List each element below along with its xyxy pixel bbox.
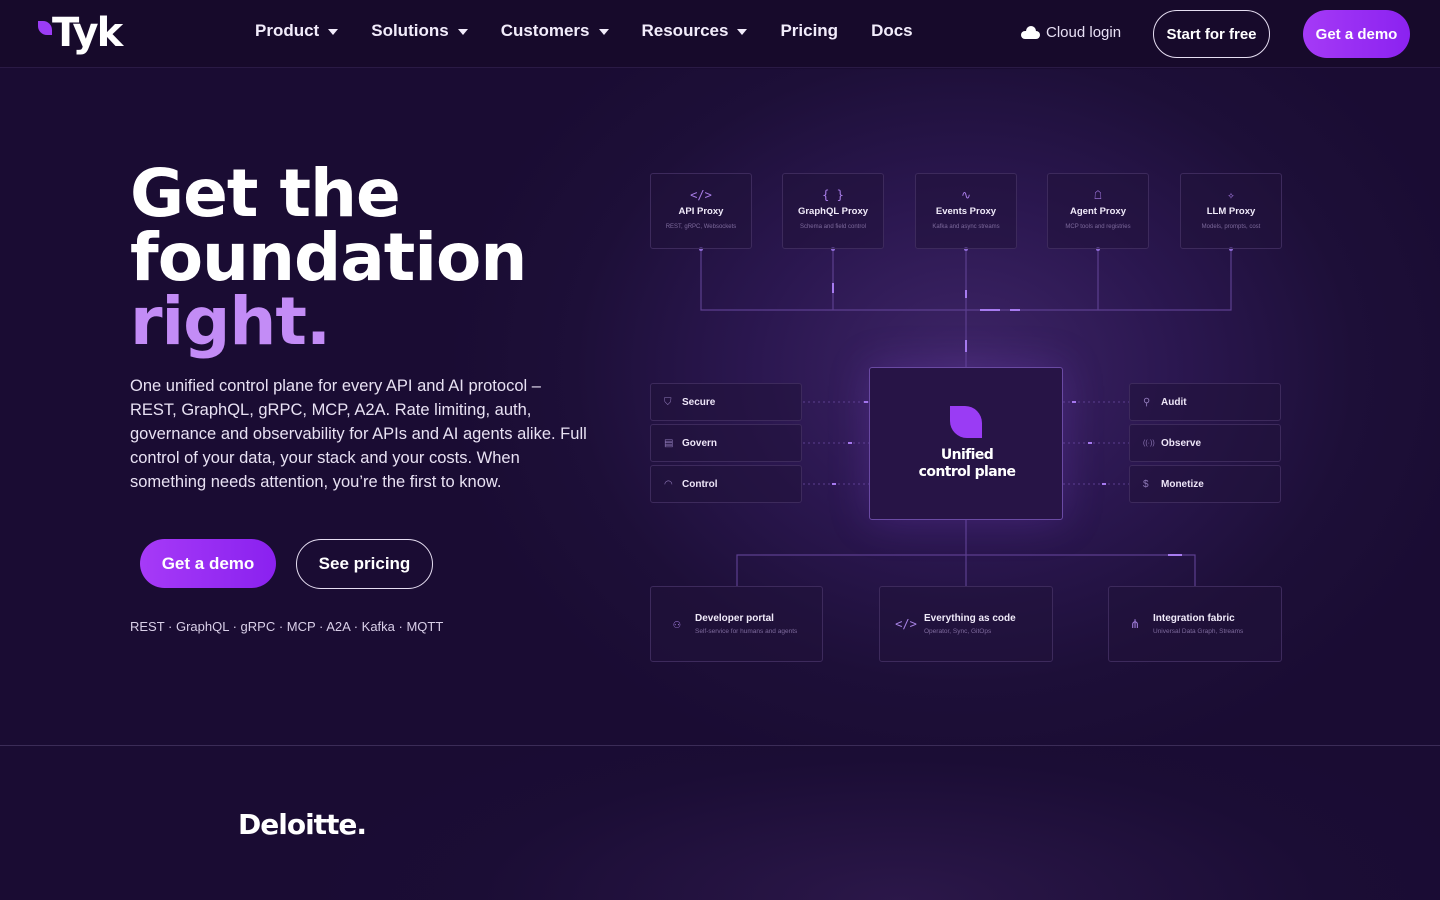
- leaf-icon: [38, 21, 52, 35]
- share-icon: ⋔: [1129, 617, 1141, 631]
- developer-portal-card[interactable]: ⚇ Developer portal Self-service for huma…: [650, 586, 823, 662]
- headline-line-2: foundation: [130, 219, 527, 296]
- proxy-title: LLM Proxy: [1206, 206, 1256, 217]
- events-proxy-card[interactable]: ∿ Events Proxy Kafka and async streams: [915, 173, 1017, 249]
- proxy-title: Agent Proxy: [1070, 206, 1126, 217]
- shield-icon: ⛉: [664, 396, 672, 408]
- nav-item-label: Pricing: [780, 21, 839, 40]
- proxy-subtitle: MCP tools and registries: [1065, 224, 1131, 230]
- leaf-icon: [950, 406, 982, 438]
- start-free-button[interactable]: Start for free: [1153, 10, 1270, 58]
- card-text: Everything as code Operator, Sync, GitOp…: [924, 613, 1016, 635]
- card-title: Developer portal: [695, 613, 774, 624]
- card-text: Developer portal Self-service for humans…: [695, 613, 797, 635]
- card-title: Everything as code: [924, 613, 1016, 624]
- control-card[interactable]: ◠ Control: [650, 465, 802, 503]
- chevron-down-icon: [598, 29, 609, 35]
- card-subtitle: Operator, Sync, GitOps: [924, 628, 992, 635]
- capability-label: Secure: [682, 396, 716, 408]
- nav-item-customers[interactable]: Customers: [501, 18, 609, 44]
- audit-card[interactable]: ⚲ Audit: [1129, 383, 1281, 421]
- chevron-down-icon: [328, 29, 339, 35]
- graphql-proxy-card[interactable]: { } GraphQL Proxy Schema and field contr…: [782, 173, 884, 249]
- agent-proxy-card[interactable]: ☖ Agent Proxy MCP tools and registries: [1047, 173, 1149, 249]
- nav-item-label: Solutions: [371, 21, 449, 40]
- proxy-title: GraphQL Proxy: [797, 206, 869, 217]
- llm-proxy-card[interactable]: ✧ LLM Proxy Models, prompts, cost: [1180, 173, 1282, 249]
- proxy-subtitle: Schema and field control: [799, 224, 867, 230]
- users-icon: ⚇: [673, 617, 681, 631]
- capability-label: Monetize: [1161, 478, 1204, 490]
- core-title-line-2: control plane: [918, 464, 1016, 480]
- nav-item-pricing[interactable]: Pricing: [780, 18, 838, 44]
- nav-item-label: Docs: [871, 21, 913, 40]
- core-title: Unified control plane: [870, 447, 1064, 481]
- activity-icon: ∿: [960, 188, 972, 202]
- core-title-line-1: Unified: [940, 447, 994, 463]
- capability-label: Control: [682, 478, 718, 490]
- logo-wordmark: Tyk: [52, 10, 123, 56]
- bot-icon: ☖: [1094, 188, 1102, 202]
- nav-item-label: Product: [255, 21, 320, 40]
- nav-item-product[interactable]: Product: [255, 18, 339, 44]
- customer-logos-band: [0, 746, 1440, 900]
- hero-description: One unified control plane for every API …: [130, 377, 587, 491]
- search-icon: ⚲: [1143, 396, 1151, 408]
- hero-headline: Get the foundation right.: [130, 155, 610, 360]
- cloud-login-label: Cloud login: [1046, 24, 1122, 41]
- card-title: Integration fabric: [1153, 613, 1235, 624]
- everything-as-code-card[interactable]: </> Everything as code Operator, Sync, G…: [879, 586, 1053, 662]
- chevron-down-icon: [737, 29, 748, 35]
- nav-get-demo-button[interactable]: Get a demo: [1303, 10, 1410, 58]
- cloud-icon: [1021, 26, 1040, 39]
- document-icon: ▤: [664, 437, 674, 449]
- nav-item-label: Resources: [641, 21, 729, 40]
- see-pricing-button[interactable]: See pricing: [296, 539, 433, 589]
- protocol-list: REST · GraphQL · gRPC · MCP · A2A · Kafk…: [130, 619, 444, 634]
- headline-line-1: Get the: [130, 155, 401, 232]
- nav-item-solutions[interactable]: Solutions: [371, 18, 468, 44]
- code-icon: </>: [895, 617, 917, 631]
- chevron-down-icon: [457, 29, 468, 35]
- nav-item-resources[interactable]: Resources: [642, 18, 748, 44]
- nav-menu: Product Solutions Customers Resources Pr…: [255, 18, 946, 44]
- deloitte-logo: Deloitte.: [238, 808, 367, 841]
- proxy-subtitle: REST, gRPC, Websockets: [665, 224, 737, 230]
- dollar-icon: $: [1143, 478, 1149, 490]
- observe-card[interactable]: ((·)) Observe: [1129, 424, 1281, 462]
- proxy-title: Events Proxy: [935, 206, 997, 217]
- card-subtitle: Self-service for humans and agents: [695, 628, 798, 635]
- proxy-subtitle: Kafka and async streams: [932, 224, 1000, 230]
- cloud-login-link[interactable]: Cloud login: [1021, 24, 1121, 41]
- top-navigation: Tyk Product Solutions Customers Resource…: [0, 0, 1440, 68]
- headline-accent: right.: [130, 283, 331, 360]
- code-icon: </>: [690, 188, 712, 202]
- sparkle-icon: ✧: [1227, 188, 1235, 202]
- nav-item-docs[interactable]: Docs: [871, 18, 913, 44]
- card-text: Integration fabric Universal Data Graph,…: [1153, 613, 1243, 635]
- nav-item-label: Customers: [500, 21, 590, 40]
- capability-label: Observe: [1161, 437, 1202, 449]
- capability-label: Govern: [682, 437, 718, 449]
- monetize-card[interactable]: $ Monetize: [1129, 465, 1281, 503]
- proxy-title: API Proxy: [678, 206, 724, 217]
- integration-fabric-card[interactable]: ⋔ Integration fabric Universal Data Grap…: [1108, 586, 1282, 662]
- hero-get-demo-button[interactable]: Get a demo: [140, 539, 276, 588]
- broadcast-icon: ((·)): [1143, 439, 1155, 447]
- braces-icon: { }: [822, 188, 844, 202]
- card-subtitle: Universal Data Graph, Streams: [1153, 628, 1244, 635]
- unified-control-plane-card[interactable]: Unified control plane: [869, 367, 1063, 520]
- capability-label: Audit: [1161, 396, 1187, 408]
- tyk-logo[interactable]: Tyk: [38, 10, 123, 57]
- gauge-icon: ◠: [664, 478, 673, 490]
- api-proxy-card[interactable]: </> API Proxy REST, gRPC, Websockets: [650, 173, 752, 249]
- secure-card[interactable]: ⛉ Secure: [650, 383, 802, 421]
- proxy-subtitle: Models, prompts, cost: [1201, 224, 1261, 230]
- govern-card[interactable]: ▤ Govern: [650, 424, 802, 462]
